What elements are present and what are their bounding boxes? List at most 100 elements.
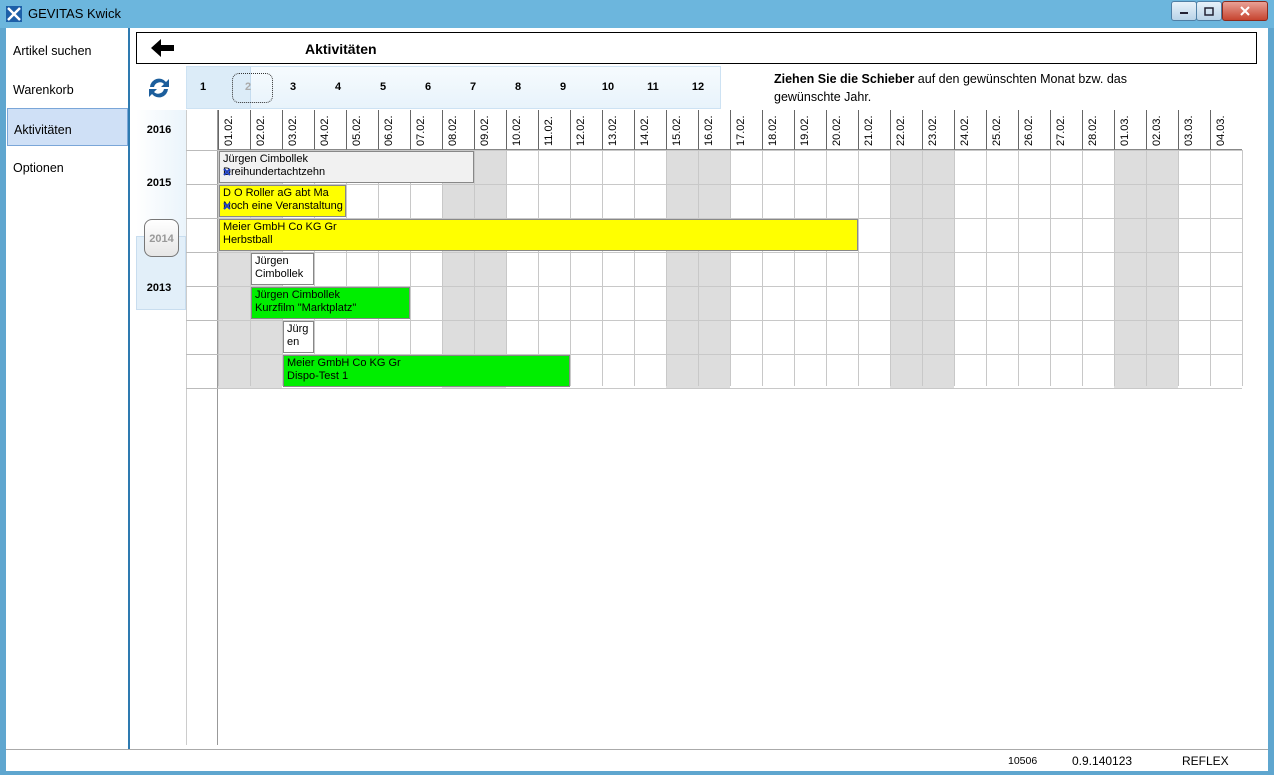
day-header: 02.02. bbox=[250, 110, 282, 150]
link-icon bbox=[223, 202, 231, 210]
month-label-5[interactable]: 5 bbox=[373, 81, 393, 93]
month-label-4[interactable]: 4 bbox=[328, 81, 348, 93]
day-header: 25.02. bbox=[986, 110, 1018, 150]
sidebar-item-optionen[interactable]: Optionen bbox=[7, 147, 128, 185]
weekend-column bbox=[1146, 150, 1178, 388]
activity-bar[interactable]: D O Roller aG abt Ma Noch eine Veranstalt… bbox=[219, 185, 346, 217]
status-database: REFLEX bbox=[1182, 754, 1229, 768]
weekend-column bbox=[698, 150, 730, 388]
maximize-button[interactable] bbox=[1196, 1, 1222, 21]
main-panel: Aktivitäten 1 2 3 4 5 6 7 8 9 10 11 12 Ziehen Sie d… bbox=[132, 28, 1268, 749]
row-header-line bbox=[186, 286, 218, 287]
row-header-column bbox=[186, 110, 218, 745]
activity-title: Noch eine Veranstaltung bbox=[223, 200, 343, 212]
day-header: 12.02. bbox=[570, 110, 602, 150]
row-header-line bbox=[186, 218, 218, 219]
day-header: 22.02. bbox=[890, 110, 922, 150]
year-slider-thumb[interactable]: 2014 bbox=[144, 219, 179, 257]
month-label-12[interactable]: 12 bbox=[688, 81, 708, 93]
grid-column-line bbox=[1178, 150, 1179, 386]
month-slider[interactable]: 1 2 3 4 5 6 7 8 9 10 11 12 bbox=[186, 66, 721, 109]
day-header-label: 11.02. bbox=[543, 116, 555, 146]
activity-bar[interactable]: Meier GmbH Co KG Gr Herbstball bbox=[219, 219, 858, 251]
day-header-label: 26.02. bbox=[1023, 115, 1035, 146]
month-label-7[interactable]: 7 bbox=[463, 81, 483, 93]
day-header-label: 08.02. bbox=[447, 115, 459, 146]
day-header-label: 14.02. bbox=[639, 115, 651, 146]
activity-bar[interactable]: Jürgen Cimbollek Kurzfilm "Marktplatz" bbox=[251, 287, 410, 319]
activity-bar[interactable]: Jürgen Cimbollek bbox=[251, 253, 314, 285]
month-slider-thumb[interactable] bbox=[232, 73, 273, 103]
day-header: 18.02. bbox=[762, 110, 794, 150]
activity-title: Herbstball bbox=[223, 234, 273, 246]
activity-bar[interactable]: Meier GmbH Co KG Gr Dispo-Test 1 bbox=[283, 355, 570, 387]
grid-column-line bbox=[1114, 150, 1115, 386]
day-header: 24.02. bbox=[954, 110, 986, 150]
sidebar-item-artikel-suchen[interactable]: Artikel suchen bbox=[7, 30, 128, 68]
grid-column-line bbox=[378, 150, 379, 386]
day-header: 23.02. bbox=[922, 110, 954, 150]
grid-column-line bbox=[986, 150, 987, 386]
day-header: 08.02. bbox=[442, 110, 474, 150]
activity-bar[interactable]: Jürg en bbox=[283, 321, 314, 353]
maximize-icon bbox=[1204, 6, 1214, 16]
month-label-3[interactable]: 3 bbox=[283, 81, 303, 93]
activity-calendar: 01.02. 02.02. 03.02. 04.02. 05.02. 06.02. 07.0… bbox=[186, 110, 1243, 745]
day-header: 05.02. bbox=[346, 110, 378, 150]
grid-column-line bbox=[506, 150, 507, 386]
month-label-10[interactable]: 10 bbox=[598, 81, 618, 93]
grid-column-line bbox=[1082, 150, 1083, 386]
day-header-label: 09.02. bbox=[479, 115, 491, 146]
grid-column-line bbox=[442, 150, 443, 386]
day-header-label: 02.03. bbox=[1151, 115, 1163, 146]
app-icon bbox=[6, 6, 22, 22]
minimize-button[interactable] bbox=[1171, 1, 1197, 21]
day-header-label: 03.03. bbox=[1183, 115, 1195, 146]
month-label-8[interactable]: 8 bbox=[508, 81, 528, 93]
activity-bar[interactable]: Jürgen Cimbollek Dreihundertachtzehn bbox=[219, 151, 474, 183]
month-label-1[interactable]: 1 bbox=[193, 81, 213, 93]
grid-column-line bbox=[474, 150, 475, 386]
day-header: 10.02. bbox=[506, 110, 538, 150]
weekend-column bbox=[922, 150, 954, 388]
grid-column-line bbox=[698, 150, 699, 386]
day-header-label: 25.02. bbox=[991, 115, 1003, 146]
grid-row-line bbox=[218, 184, 1242, 185]
back-arrow-icon[interactable] bbox=[151, 39, 175, 57]
day-header-label: 15.02. bbox=[671, 115, 683, 146]
day-header-label: 04.02. bbox=[319, 115, 331, 146]
day-header-label: 06.02. bbox=[383, 115, 395, 146]
day-header: 17.02. bbox=[730, 110, 762, 150]
close-button[interactable] bbox=[1222, 1, 1268, 21]
header-bar: Aktivitäten bbox=[136, 32, 1257, 64]
day-header: 27.02. bbox=[1050, 110, 1082, 150]
month-label-6[interactable]: 6 bbox=[418, 81, 438, 93]
grid-column-line bbox=[570, 150, 571, 386]
activity-title: en bbox=[287, 336, 300, 348]
weekend-column bbox=[890, 150, 922, 388]
day-header: 11.02. bbox=[538, 110, 570, 150]
sidebar-item-warenkorb[interactable]: Warenkorb bbox=[7, 69, 128, 107]
sidebar-item-aktivitaeten[interactable]: Aktivitäten bbox=[7, 108, 128, 146]
day-header: 03.02. bbox=[282, 110, 314, 150]
year-slider[interactable]: 2016 2015 2014 2013 bbox=[136, 110, 186, 310]
day-header-label: 12.02. bbox=[575, 115, 587, 146]
day-header-label: 13.02. bbox=[607, 115, 619, 146]
refresh-icon[interactable] bbox=[146, 76, 172, 100]
day-header-label: 24.02. bbox=[959, 115, 971, 146]
day-header: 09.02. bbox=[474, 110, 506, 150]
month-label-11[interactable]: 11 bbox=[643, 81, 663, 93]
day-header-label: 16.02. bbox=[703, 115, 715, 146]
year-label: 2013 bbox=[146, 282, 172, 294]
day-header-label: 03.02. bbox=[287, 115, 299, 146]
month-label-9[interactable]: 9 bbox=[553, 81, 573, 93]
grid-column-line bbox=[794, 150, 795, 386]
grid-column-line bbox=[826, 150, 827, 386]
grid-column-line bbox=[890, 150, 891, 386]
day-header: 13.02. bbox=[602, 110, 634, 150]
grid-row-line bbox=[218, 388, 1242, 389]
grid-column-line bbox=[922, 150, 923, 386]
row-header-line bbox=[186, 184, 218, 185]
grid-column-line bbox=[762, 150, 763, 386]
year-label: 2016 bbox=[146, 124, 172, 136]
